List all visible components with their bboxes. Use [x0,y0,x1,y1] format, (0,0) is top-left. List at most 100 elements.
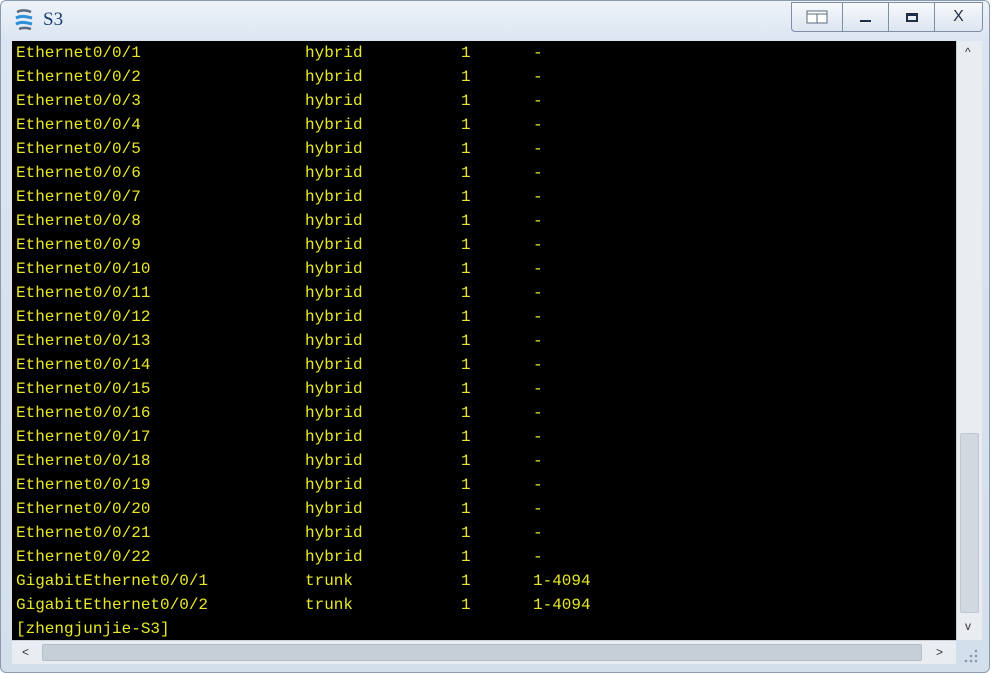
pvid: 1 [461,212,471,230]
trunk-vlan-list: - [533,260,543,278]
pvid: 1 [461,260,471,278]
scroll-up-icon[interactable]: ^ [965,45,971,59]
pvid: 1 [461,476,471,494]
interface-name: Ethernet0/0/17 [16,428,151,446]
link-type: hybrid [305,356,363,374]
trunk-vlan-list: - [533,500,543,518]
pvid: 1 [461,116,471,134]
pvid: 1 [461,380,471,398]
vertical-scroll-thumb[interactable] [960,433,979,613]
link-type: hybrid [305,332,363,350]
link-type: hybrid [305,140,363,158]
link-type: hybrid [305,308,363,326]
pvid: 1 [461,596,471,614]
link-type: hybrid [305,116,363,134]
horizontal-scrollbar[interactable]: < > [12,640,956,664]
pvid: 1 [461,428,471,446]
pvid: 1 [461,308,471,326]
trunk-vlan-list: - [533,404,543,422]
pvid: 1 [461,332,471,350]
interface-name: Ethernet0/0/1 [16,44,141,62]
vertical-scrollbar[interactable]: ^ v [956,41,982,640]
pvid: 1 [461,140,471,158]
trunk-vlan-list: - [533,332,543,350]
interface-name: Ethernet0/0/19 [16,476,151,494]
link-type: hybrid [305,68,363,86]
interface-name: Ethernet0/0/22 [16,548,151,566]
pvid: 1 [461,92,471,110]
link-type: hybrid [305,524,363,542]
trunk-vlan-list: - [533,68,543,86]
terminal-output[interactable]: Ethernet0/0/1 hybrid 1 - Ethernet0/0/2 hybrid… [12,41,956,640]
interface-name: Ethernet0/0/10 [16,260,151,278]
close-icon: X [953,8,964,25]
pvid: 1 [461,164,471,182]
interface-name: Ethernet0/0/11 [16,284,151,302]
interface-name: Ethernet0/0/2 [16,68,141,86]
trunk-vlan-list: - [533,356,543,374]
close-button[interactable]: X [935,2,983,32]
link-type: hybrid [305,380,363,398]
interface-name: Ethernet0/0/16 [16,404,151,422]
trunk-vlan-list: - [533,164,543,182]
interface-name: Ethernet0/0/4 [16,116,141,134]
trunk-vlan-list: - [533,380,543,398]
trunk-vlan-list: - [533,548,543,566]
scroll-right-icon[interactable]: > [936,645,943,659]
interface-name: Ethernet0/0/21 [16,524,151,542]
link-type: hybrid [305,188,363,206]
title-bar[interactable]: S3 X [1,1,989,41]
layout-icon [806,10,828,24]
minimize-button[interactable] [843,2,889,32]
link-type: hybrid [305,284,363,302]
interface-name: Ethernet0/0/14 [16,356,151,374]
interface-name: Ethernet0/0/3 [16,92,141,110]
interface-name: Ethernet0/0/20 [16,500,151,518]
interface-name: Ethernet0/0/6 [16,164,141,182]
link-type: hybrid [305,212,363,230]
interface-name: Ethernet0/0/15 [16,380,151,398]
window-title: S3 [43,9,64,30]
window-controls: X [791,2,983,33]
pvid: 1 [461,356,471,374]
command-prompt[interactable]: [zhengjunjie-S3] [16,617,170,640]
pvid: 1 [461,404,471,422]
trunk-vlan-list: - [533,308,543,326]
maximize-button[interactable] [889,2,935,32]
link-type: hybrid [305,404,363,422]
trunk-vlan-list: - [533,524,543,542]
resize-grip-icon[interactable] [959,644,981,666]
link-type: hybrid [305,92,363,110]
trunk-vlan-list: - [533,92,543,110]
interface-name: Ethernet0/0/8 [16,212,141,230]
trunk-vlan-list: - [533,188,543,206]
link-type: hybrid [305,500,363,518]
interface-name: GigabitEthernet0/0/2 [16,596,209,614]
pvid: 1 [461,452,471,470]
interface-name: Ethernet0/0/5 [16,140,141,158]
interface-name: Ethernet0/0/9 [16,236,141,254]
interface-name: Ethernet0/0/12 [16,308,151,326]
pvid: 1 [461,44,471,62]
pvid: 1 [461,236,471,254]
trunk-vlan-list: - [533,140,543,158]
link-type: hybrid [305,236,363,254]
trunk-vlan-list: 1-4094 [533,596,591,614]
trunk-vlan-list: - [533,476,543,494]
pvid: 1 [461,68,471,86]
scroll-down-icon[interactable]: v [965,619,971,633]
link-type: hybrid [305,428,363,446]
scroll-left-icon[interactable]: < [22,645,29,659]
pvid: 1 [461,500,471,518]
restore-layout-button[interactable] [791,2,843,32]
maximize-icon [905,12,918,22]
app-icon [15,9,33,31]
interface-name: Ethernet0/0/18 [16,452,151,470]
pvid: 1 [461,524,471,542]
terminal-window: S3 X Ethernet0/0/1 hybrid 1 - Ethernet0/0/2 h… [0,0,990,673]
horizontal-scroll-thumb[interactable] [42,644,922,661]
link-type: hybrid [305,452,363,470]
interface-name: GigabitEthernet0/0/1 [16,572,209,590]
link-type: trunk [305,596,354,614]
interface-name: Ethernet0/0/7 [16,188,141,206]
